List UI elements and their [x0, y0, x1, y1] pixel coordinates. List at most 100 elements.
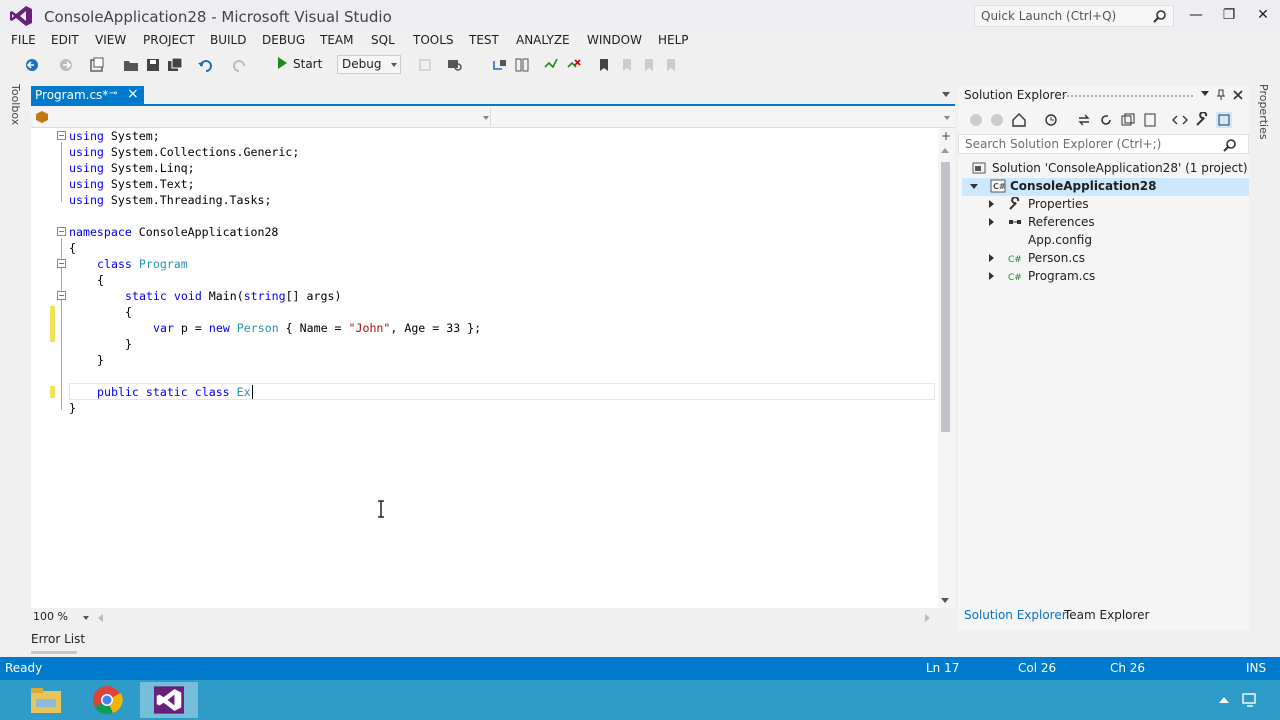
close-tab-icon[interactable]: ×	[127, 86, 139, 102]
home-icon[interactable]	[1011, 112, 1027, 128]
comment-icon[interactable]	[543, 57, 559, 73]
expand-arrow-icon[interactable]	[989, 272, 994, 280]
bookmark-icon[interactable]	[596, 57, 612, 73]
menu-help[interactable]: HELP	[658, 33, 689, 47]
new-project-icon[interactable]	[89, 57, 105, 73]
project-label: ConsoleApplication28	[1010, 179, 1157, 193]
expand-arrow-icon[interactable]	[970, 184, 978, 189]
tab-program-cs[interactable]: Program.cs* ⊸ ×	[31, 86, 144, 104]
next-bookmark-icon[interactable]	[641, 57, 657, 73]
scroll-left-icon[interactable]	[98, 614, 103, 622]
refresh-icon[interactable]	[1098, 112, 1114, 128]
document-list-dropdown-icon[interactable]	[942, 92, 950, 97]
navigate-forward-icon[interactable]	[58, 57, 74, 73]
solution-configuration-select[interactable]: Debug	[337, 55, 401, 74]
redo-icon[interactable]	[232, 57, 248, 73]
start-debugging-button[interactable]: Start	[278, 57, 322, 75]
pin-icon[interactable]: ⊸	[109, 88, 117, 99]
collapse-toggle-icon[interactable]: −	[57, 227, 66, 236]
tab-team-explorer[interactable]: Team Explorer	[1064, 608, 1150, 622]
visual-studio-taskbar-button[interactable]	[140, 682, 198, 718]
step-over-icon[interactable]	[514, 57, 530, 73]
status-column: Col 26	[1018, 661, 1057, 675]
member-dropdown[interactable]	[492, 108, 954, 126]
show-hidden-icons-icon[interactable]	[1219, 697, 1229, 703]
properties-wrench-icon[interactable]	[1194, 112, 1210, 128]
menu-analyze[interactable]: ANALYZE	[516, 33, 570, 47]
menu-team[interactable]: TEAM	[320, 33, 353, 47]
split-window-icon[interactable]: +	[940, 130, 952, 142]
menu-build[interactable]: BUILD	[210, 33, 246, 47]
panel-options-icon[interactable]	[1201, 91, 1209, 96]
restore-button[interactable]: ❐	[1214, 4, 1244, 28]
view-code-icon[interactable]	[1172, 112, 1188, 128]
menu-project[interactable]: PROJECT	[143, 33, 195, 47]
config-value: Debug	[342, 57, 382, 71]
menu-edit[interactable]: EDIT	[51, 33, 79, 47]
menu-debug[interactable]: DEBUG	[262, 33, 305, 47]
type-dropdown[interactable]	[31, 108, 491, 126]
collapse-all-icon[interactable]	[1120, 112, 1136, 128]
clear-bookmarks-icon[interactable]	[663, 57, 679, 73]
horizontal-scrollbar[interactable]	[96, 610, 934, 625]
pending-changes-filter-icon[interactable]	[1043, 112, 1059, 128]
save-icon[interactable]	[145, 57, 161, 73]
find-in-files-icon[interactable]	[447, 57, 463, 73]
collapse-toggle-icon[interactable]: −	[57, 259, 66, 268]
expand-arrow-icon[interactable]	[989, 254, 994, 262]
forward-icon[interactable]	[989, 112, 1005, 128]
prev-bookmark-icon[interactable]	[619, 57, 635, 73]
tree-item-project[interactable]: C# ConsoleApplication28	[990, 177, 1156, 195]
close-window-button[interactable]: ✕	[1248, 4, 1278, 28]
scroll-right-icon[interactable]	[925, 614, 930, 622]
menu-test[interactable]: TEST	[469, 33, 499, 47]
expand-arrow-icon[interactable]	[989, 200, 994, 208]
toolbox-side-tab[interactable]: Toolbox	[8, 84, 24, 134]
tree-item-references[interactable]: References	[1008, 213, 1095, 231]
vertical-scroll-thumb[interactable]	[941, 162, 950, 432]
scroll-down-icon[interactable]	[941, 598, 949, 603]
quick-launch-input[interactable]: Quick Launch (Ctrl+Q)	[974, 5, 1174, 27]
menu-tools[interactable]: TOOLS	[413, 33, 454, 47]
sync-icon[interactable]	[1076, 112, 1092, 128]
play-icon	[278, 57, 287, 69]
solution-explorer-search-input[interactable]: Search Solution Explorer (Ctrl+;)	[958, 134, 1249, 154]
collapse-toggle-icon[interactable]: −	[57, 131, 66, 140]
network-icon[interactable]	[1242, 692, 1258, 708]
tree-item-properties[interactable]: Properties	[1008, 195, 1089, 213]
tab-error-list[interactable]: Error List	[31, 632, 85, 646]
menu-view[interactable]: VIEW	[95, 33, 126, 47]
step-into-icon[interactable]	[492, 57, 508, 73]
tree-item-program-cs[interactable]: C# Program.cs	[1008, 267, 1095, 285]
panel-grip[interactable]	[1062, 94, 1194, 98]
open-file-icon[interactable]	[123, 57, 139, 73]
visual-studio-logo-icon[interactable]	[10, 6, 32, 26]
menu-file[interactable]: FILE	[11, 33, 36, 47]
tree-item-solution[interactable]: Solution 'ConsoleApplication28' (1 proje…	[972, 159, 1248, 177]
zoom-level-select[interactable]: 100 %	[31, 609, 91, 626]
properties-side-tab[interactable]: Properties	[1256, 84, 1272, 144]
preview-selected-items-icon[interactable]	[1216, 112, 1232, 128]
chevron-down-icon	[83, 616, 89, 620]
tree-item-person-cs[interactable]: C# Person.cs	[1008, 249, 1085, 267]
menu-sql[interactable]: SQL	[371, 33, 395, 47]
window-title: ConsoleApplication28 - Microsoft Visual …	[44, 8, 392, 26]
chrome-icon[interactable]	[91, 684, 123, 716]
tree-item-app-config[interactable]: App.config	[1008, 231, 1092, 249]
minimize-button[interactable]: —	[1181, 4, 1211, 28]
undo-icon[interactable]	[197, 57, 213, 73]
collapse-toggle-icon[interactable]: −	[57, 291, 66, 300]
save-all-icon[interactable]	[167, 57, 183, 73]
pin-icon[interactable]	[1215, 89, 1227, 101]
expand-arrow-icon[interactable]	[989, 218, 994, 226]
scroll-up-icon[interactable]	[941, 148, 949, 153]
attach-icon[interactable]	[417, 57, 433, 73]
show-all-files-icon[interactable]	[1142, 112, 1158, 128]
navigate-back-icon[interactable]	[24, 57, 40, 73]
back-icon[interactable]	[968, 112, 984, 128]
file-explorer-icon[interactable]	[28, 685, 64, 715]
uncomment-icon[interactable]	[566, 57, 582, 73]
tab-solution-explorer[interactable]: Solution Explorer	[964, 608, 1067, 622]
close-icon[interactable]	[1232, 89, 1244, 101]
menu-window[interactable]: WINDOW	[587, 33, 642, 47]
